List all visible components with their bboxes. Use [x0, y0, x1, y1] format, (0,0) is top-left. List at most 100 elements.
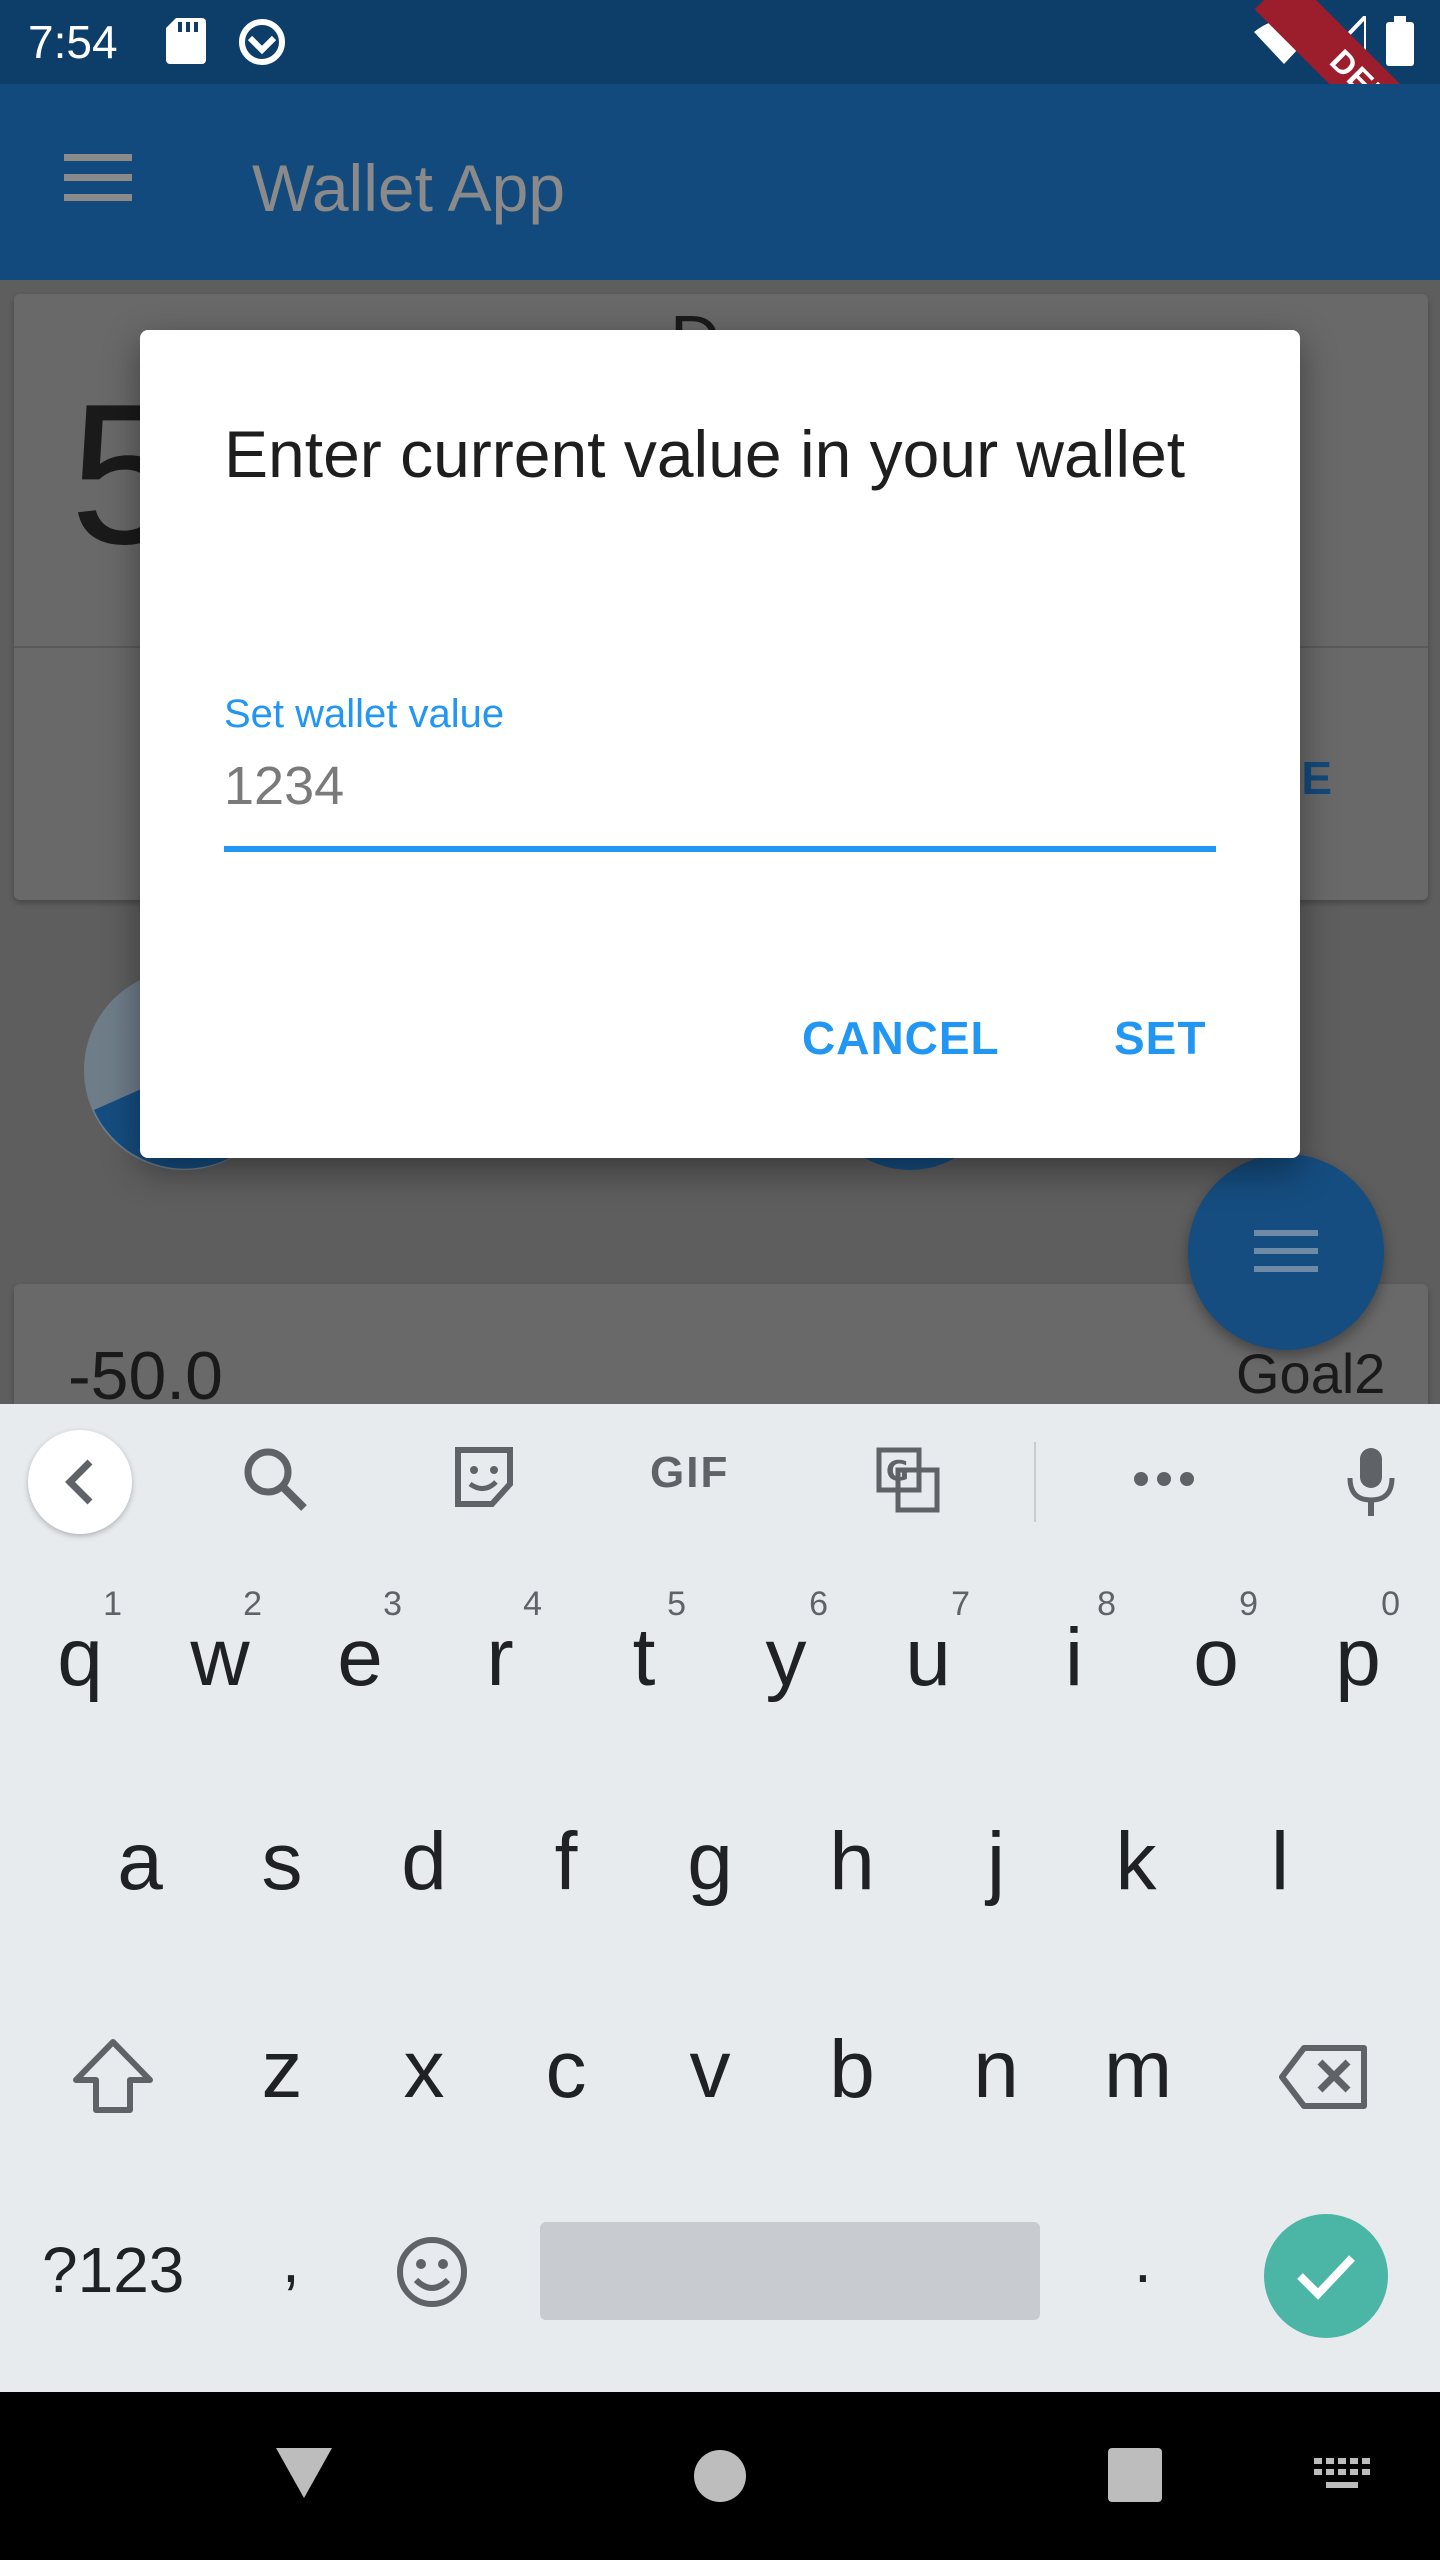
app-bar: [0, 84, 1440, 280]
key-s[interactable]: s: [212, 1780, 352, 1940]
key-y[interactable]: y6: [716, 1576, 856, 1736]
key-number-hint: 6: [809, 1585, 828, 1623]
key-number-hint: 7: [951, 1585, 970, 1623]
space-bar[interactable]: [540, 2222, 1040, 2320]
wallet-value-field-label: Set wallet value: [224, 692, 505, 736]
key-char: c: [545, 2024, 587, 2115]
chevron-left-icon: [65, 1459, 93, 1505]
key-number-hint: 5: [667, 1585, 686, 1623]
key-r[interactable]: r4: [430, 1576, 570, 1736]
soft-keyboard: GIF G ?123 , . q 1 w 2 e 3 r 4 t 5 y 6 u…: [0, 1404, 1440, 2392]
status-time: 7:54: [28, 16, 118, 68]
key-l[interactable]: l: [1210, 1780, 1350, 1940]
mic-icon[interactable]: [1346, 1448, 1396, 1516]
symbols-key[interactable]: ?123: [42, 2234, 184, 2306]
key-char: h: [829, 1816, 875, 1907]
sticker-icon[interactable]: [452, 1444, 516, 1514]
key-z[interactable]: z: [212, 1988, 352, 2148]
home-circle-icon[interactable]: [694, 2450, 746, 2502]
set-button[interactable]: SET: [1114, 1010, 1206, 1066]
menu-icon[interactable]: [64, 154, 132, 202]
key-char: e: [337, 1612, 383, 1703]
key-char: n: [973, 2024, 1019, 2115]
key-b[interactable]: b: [782, 1988, 922, 2148]
key-d[interactable]: d: [354, 1780, 494, 1940]
dialog-title: Enter current value in your wallet: [224, 417, 1186, 491]
key-char: l: [1270, 1816, 1290, 1907]
key-char: d: [401, 1816, 447, 1907]
key-char: x: [403, 2024, 445, 2115]
keyboard-back-button[interactable]: [28, 1430, 132, 1534]
key-number-hint: 4: [523, 1585, 542, 1623]
key-number-hint: 1: [103, 1585, 122, 1623]
key-char: y: [765, 1612, 807, 1703]
key-j[interactable]: j: [926, 1780, 1066, 1940]
key-e[interactable]: e3: [290, 1576, 430, 1736]
key-char: w: [190, 1612, 250, 1703]
key-number-hint: 8: [1097, 1585, 1116, 1623]
wallet-value-input[interactable]: [224, 746, 1216, 826]
sync-icon: [239, 19, 285, 65]
period-key[interactable]: .: [1134, 2224, 1152, 2296]
key-n[interactable]: n: [926, 1988, 1066, 2148]
key-char: q: [57, 1612, 103, 1703]
key-char: s: [261, 1816, 303, 1907]
comma-key[interactable]: ,: [282, 2224, 300, 2296]
search-icon[interactable]: [240, 1444, 310, 1514]
keyboard-toolbar: GIF G: [0, 1404, 1440, 1556]
key-number-hint: 9: [1239, 1585, 1258, 1623]
key-m[interactable]: m: [1068, 1988, 1208, 2148]
key-char: i: [1064, 1612, 1084, 1703]
checkmark-icon: [1297, 2255, 1355, 2300]
svg-text:G: G: [886, 1454, 909, 1487]
translate-icon[interactable]: G: [876, 1444, 940, 1514]
shift-icon[interactable]: [72, 2038, 154, 2114]
key-char: r: [486, 1612, 514, 1703]
key-h[interactable]: h: [782, 1780, 922, 1940]
key-char: u: [905, 1612, 951, 1703]
app-title: Wallet App: [252, 151, 566, 225]
key-w[interactable]: w2: [150, 1576, 290, 1736]
key-u[interactable]: u7: [858, 1576, 998, 1736]
enter-key[interactable]: [1264, 2214, 1388, 2338]
key-number-hint: 3: [383, 1585, 402, 1623]
key-number-hint: 0: [1381, 1585, 1400, 1623]
key-x[interactable]: x: [354, 1988, 494, 2148]
goal-label: Goal2: [1236, 1342, 1386, 1405]
keyboard-switch-icon[interactable]: [1314, 2458, 1370, 2494]
key-number-hint: 2: [243, 1585, 262, 1623]
key-t[interactable]: t5: [574, 1576, 714, 1736]
key-o[interactable]: o9: [1146, 1576, 1286, 1736]
emoji-icon[interactable]: [396, 2236, 468, 2308]
key-q[interactable]: q1: [10, 1576, 150, 1736]
key-c[interactable]: c: [496, 1988, 636, 2148]
cancel-button[interactable]: CANCEL: [802, 1010, 1000, 1066]
recents-square-icon[interactable]: [1108, 2448, 1162, 2502]
more-icon[interactable]: [1132, 1470, 1196, 1488]
toolbar-separator: [1034, 1442, 1036, 1522]
key-i[interactable]: i8: [1004, 1576, 1144, 1736]
status-bar: 7:54: [0, 0, 1440, 84]
key-char: g: [687, 1816, 733, 1907]
key-f[interactable]: f: [496, 1780, 636, 1940]
key-char: v: [689, 2024, 731, 2115]
sd-card-icon: [166, 18, 206, 64]
backspace-icon[interactable]: [1278, 2044, 1370, 2110]
key-k[interactable]: k: [1066, 1780, 1206, 1940]
gif-icon[interactable]: GIF: [650, 1448, 729, 1498]
transaction-value: -50.0: [68, 1338, 223, 1414]
fab-menu-icon: [1254, 1230, 1318, 1272]
key-a[interactable]: a: [70, 1780, 210, 1940]
key-char: a: [117, 1816, 163, 1907]
key-p[interactable]: p0: [1288, 1576, 1428, 1736]
fab-menu-button[interactable]: [1188, 1154, 1384, 1350]
system-nav-bar: [0, 2392, 1440, 2560]
back-triangle-icon[interactable]: [274, 2446, 334, 2500]
key-char: k: [1115, 1816, 1157, 1907]
key-char: z: [261, 2024, 303, 2115]
key-g[interactable]: g: [640, 1780, 780, 1940]
key-char: f: [554, 1816, 578, 1907]
battery-icon: [1386, 16, 1414, 66]
key-char: p: [1335, 1612, 1381, 1703]
key-v[interactable]: v: [640, 1988, 780, 2148]
